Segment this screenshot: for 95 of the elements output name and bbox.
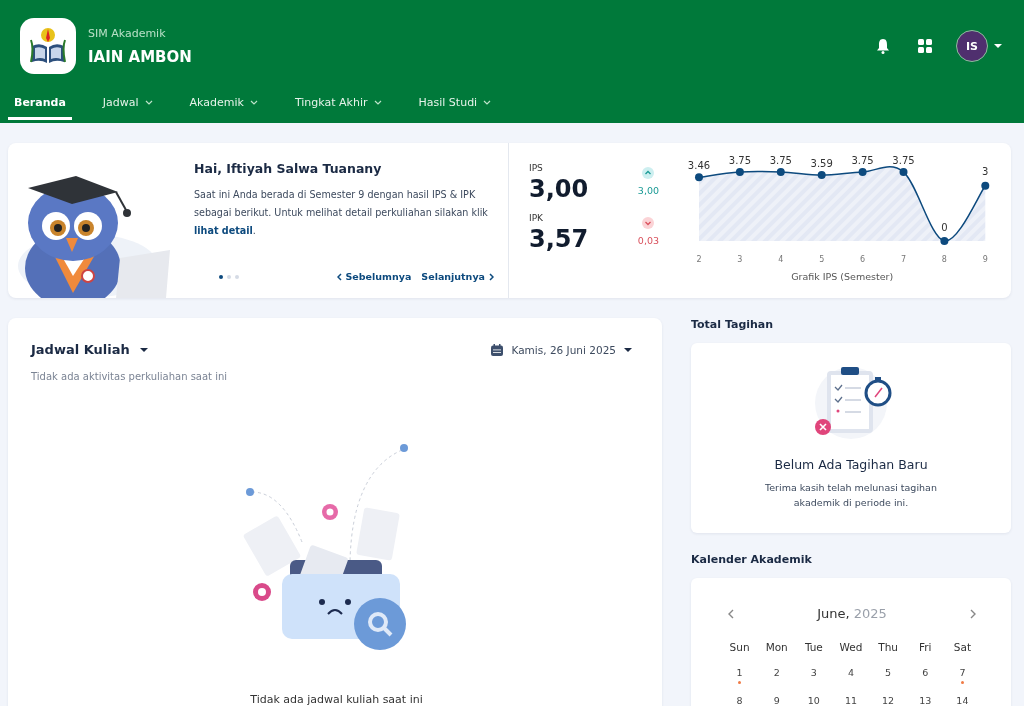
axis-tick-label: 8 [941,255,947,264]
nav-tab[interactable]: Akademik [183,88,264,120]
weekday-label: Mon [764,641,789,655]
data-label: 0 [941,222,948,233]
month-title: June, 2025 [817,606,887,621]
app-subtitle: SIM Akademik [88,26,167,40]
calendar-day[interactable]: 14 [956,695,969,706]
stat-change: 0,03 [637,235,659,246]
data-label: 3.59 [810,157,833,169]
nav-tab[interactable]: Hasil Studi [412,88,498,120]
axis-tick-label: 4 [778,255,784,264]
stat-value: 3,57 [529,225,589,253]
data-point [899,168,908,176]
stat-label: IPK [529,213,544,223]
data-point [776,168,785,176]
calendar-day[interactable]: 10 [807,695,820,706]
chevron-left-icon [336,272,342,281]
calendar-day[interactable]: 7 [959,667,966,678]
calendar-day[interactable]: 9 [773,695,780,706]
calendar-day[interactable]: 4 [847,667,854,678]
chevron-down-icon [373,100,382,105]
carousel-dot[interactable] [235,274,239,279]
data-point [817,170,826,179]
data-label: 3.75 [728,155,752,166]
billing-text: Terima kasih telah melunasi tagihan akademik di periode ini. [764,481,938,510]
chevron-down-icon [483,100,492,105]
schedule-dropdown[interactable]: Jadwal Kuliah [31,342,148,357]
calendar-icon [491,343,504,356]
nav-tab[interactable]: Beranda [8,88,72,120]
axis-tick-label: 6 [860,255,866,264]
schedule-subtitle: Tidak ada aktivitas perkuliahan saat ini [31,371,229,382]
detail-link[interactable]: lihat detail [194,225,253,236]
grid-icon [918,39,932,53]
section-heading: Kalender Akademik [691,553,813,566]
trend-up-icon [642,167,655,179]
calendar-day[interactable]: 3 [810,667,817,678]
carousel-dot[interactable] [227,274,231,279]
calendar-day[interactable]: 13 [919,695,932,706]
calendar-day[interactable]: 11 [844,695,858,706]
calendar-day[interactable]: 8 [736,695,743,706]
caret-icon [624,347,632,352]
axis-tick-label: 2 [696,255,702,264]
caret-icon [994,44,1002,48]
axis-tick-label: 7 [900,255,907,264]
next-link[interactable]: Selanjutnya [421,271,494,282]
stat-change: 3,00 [637,185,659,196]
bell-icon [876,38,890,54]
empty-message: Tidak ada jadwal kuliah saat ini [249,693,424,706]
chevron-down-icon [144,100,153,105]
weekday-label: Sun [728,641,751,655]
welcome-text: Saat ini Anda berada di Semester 9 dengan hasil IPS & IPK sebagai berikut. Untuk melihat detail perkuliahan silakan klik lihat detail. [194,188,489,238]
data-point [735,168,744,176]
chevron-left-icon [728,608,734,619]
caret-icon [139,347,148,352]
calendar-day[interactable]: 2 [773,667,780,678]
data-point [940,237,949,245]
chevron-down-icon [249,100,258,105]
carousel-dot[interactable] [219,274,223,279]
axis-tick-label: 9 [982,255,988,264]
stat-value: 3,00 [529,175,589,203]
app-title: IAIN AMBON [88,47,192,66]
axis-tick-label: 5 [819,255,825,264]
nav-tab[interactable]: Tingkat Akhir [288,88,388,120]
previous-link[interactable]: Sebelumnya [336,271,412,282]
data-point [981,181,990,190]
data-label: 3 [982,165,989,177]
stat-label: IPS [529,163,544,173]
calendar-day[interactable]: 6 [922,667,929,678]
greeting-title: Hai, Iftiyah Salwa Tuanany [194,161,383,176]
data-point [858,168,867,176]
data-label: 3.75 [769,155,792,166]
axis-tick-label: 3 [737,255,743,264]
trend-down-icon [642,217,655,229]
weekday-label: Sat [952,641,972,655]
nav-tab[interactable]: Jadwal [96,88,159,120]
chevron-right-icon [489,272,494,281]
date-picker[interactable]: Kamis, 26 Juni 2025 [491,343,632,356]
weekday-label: Wed [838,641,864,655]
calendar-day[interactable]: 5 [885,667,892,678]
user-avatar: IS [956,30,988,62]
billing-title: Belum Ada Tagihan Baru [774,457,928,472]
weekday-label: Fri [918,641,933,655]
calendar-day[interactable]: 12 [882,695,895,706]
data-point [695,173,703,182]
weekday-label: Tue [803,641,824,655]
section-heading: Total Tagihan [691,318,775,331]
logo-icon [20,18,76,74]
chevron-right-icon [970,608,976,619]
user-menu-button[interactable]: IS [956,30,1002,62]
data-label: 3.75 [892,155,915,166]
weekday-label: Thu [877,641,899,655]
data-label: 3.46 [687,160,711,172]
axis-title: Grafik IPS (Semester) [791,271,894,282]
data-label: 3.75 [851,155,874,166]
calendar-day[interactable]: 1 [736,667,743,678]
